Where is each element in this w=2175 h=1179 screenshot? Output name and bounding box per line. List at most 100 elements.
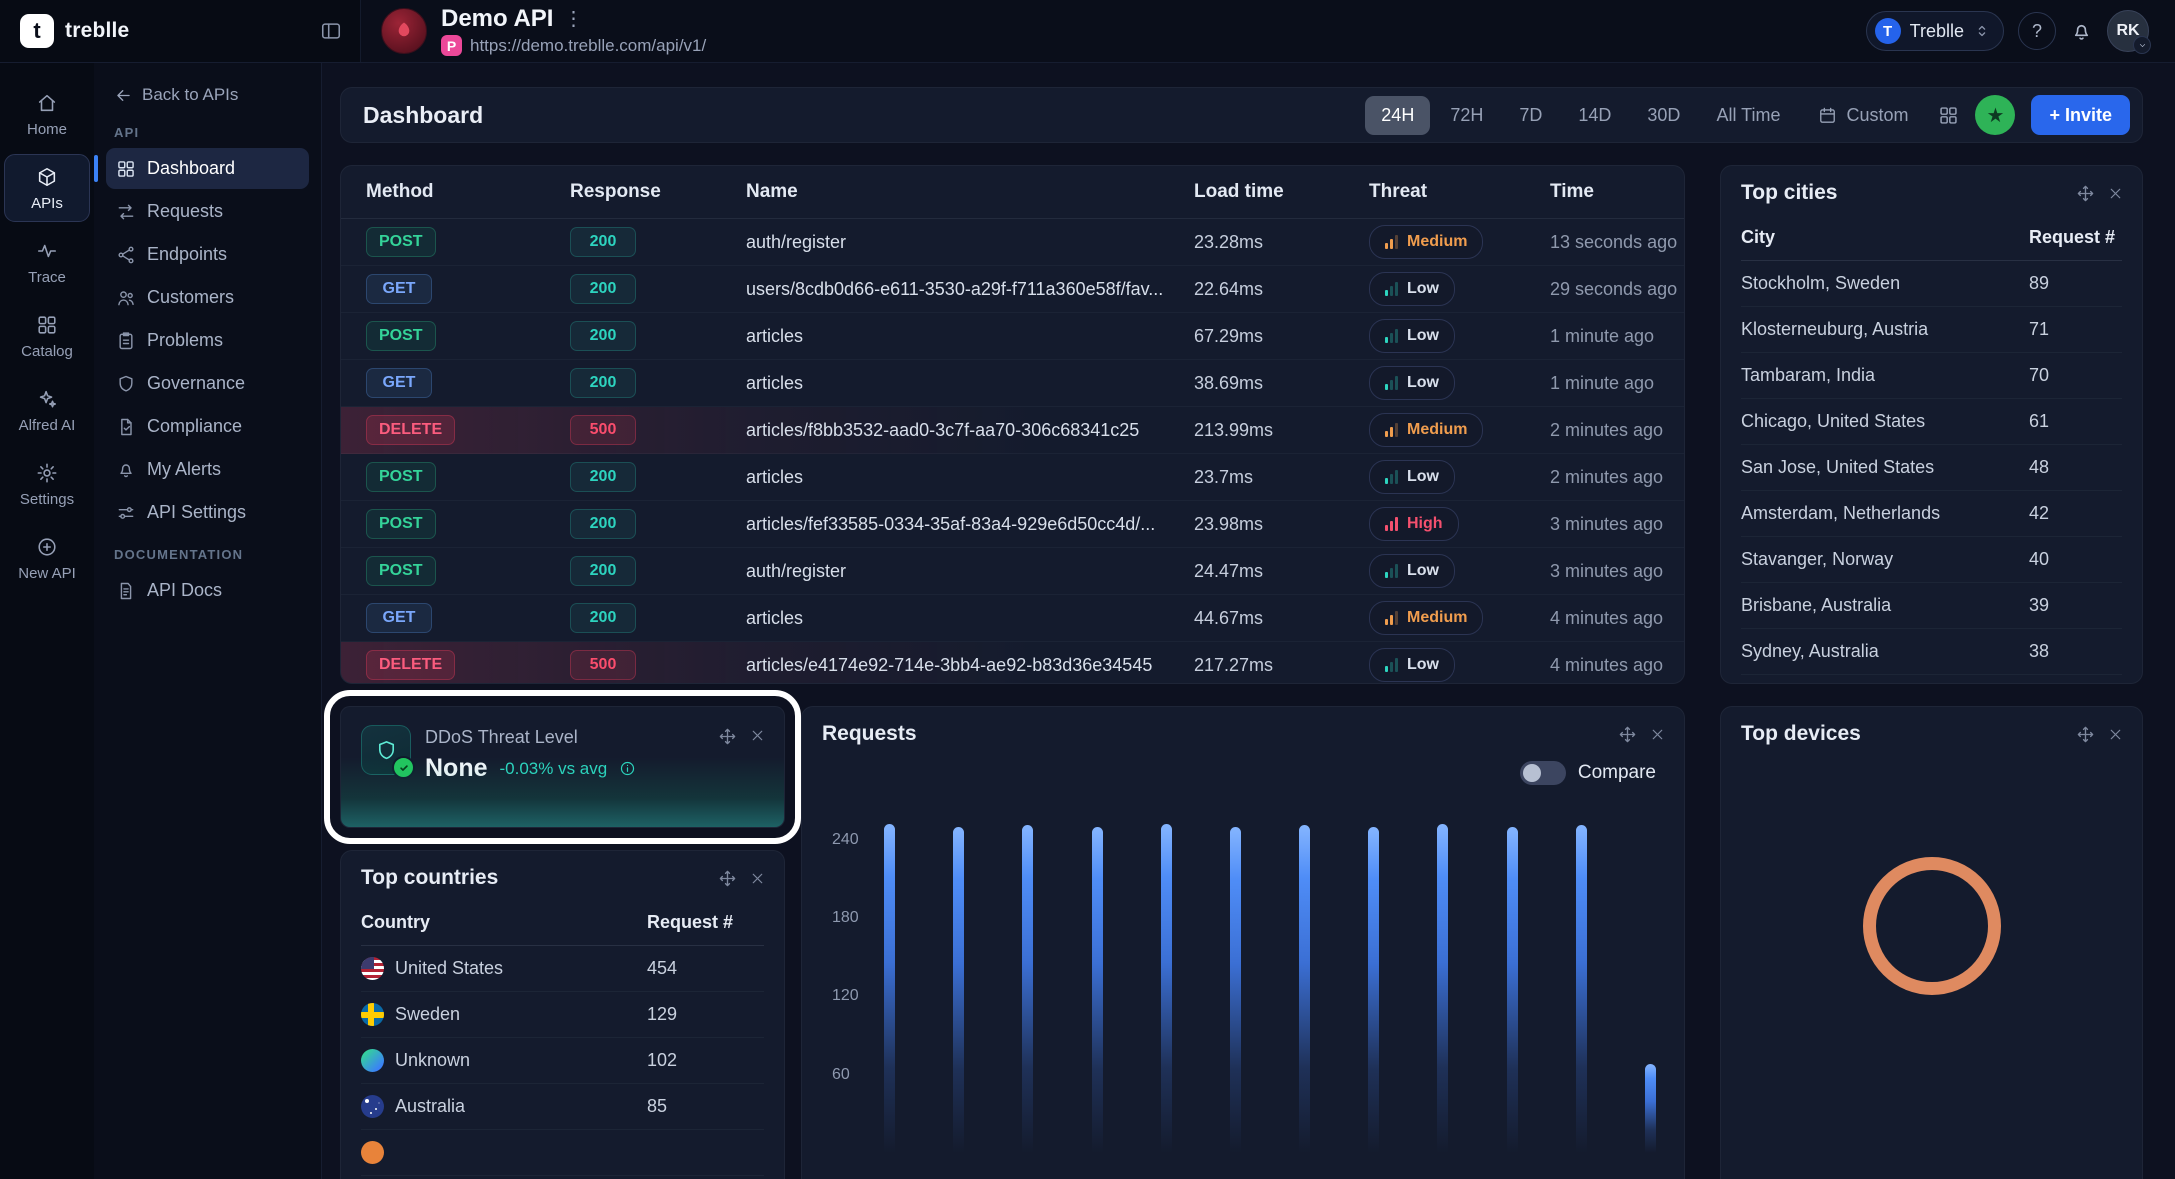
compare-row: Compare — [802, 757, 1684, 785]
response-badge: 200 — [570, 274, 636, 304]
custom-range-button[interactable]: Custom — [1804, 96, 1922, 135]
sidebar-collapse-button[interactable] — [320, 20, 342, 42]
sidebar-item-governance[interactable]: Governance — [106, 363, 309, 404]
countries-column-header: Country Request # — [361, 901, 764, 946]
brand-zone: t treblle — [0, 0, 361, 62]
sidebar-item-compliance[interactable]: Compliance — [106, 406, 309, 447]
back-to-apis-link[interactable]: Back to APIs — [106, 81, 309, 109]
apis-icon — [36, 166, 58, 188]
workspace-switcher[interactable]: T Treblle — [1866, 11, 2004, 51]
country-request-count: 102 — [647, 1050, 764, 1071]
load-time-cell: 24.47ms — [1194, 561, 1369, 582]
bell-icon — [2070, 20, 2093, 43]
api-menu-button[interactable]: ⋮ — [563, 9, 583, 29]
dashboard-grid-icon — [116, 159, 136, 179]
time-range-tab[interactable]: 7D — [1503, 96, 1558, 135]
widget-close-button[interactable] — [1649, 726, 1666, 743]
chart-bar — [1645, 1064, 1656, 1153]
workspace-logo-icon: T — [1875, 18, 1901, 44]
table-row[interactable]: GET 200 articles 44.67ms Medium — [341, 595, 1684, 642]
widget-move-button[interactable] — [2076, 184, 2095, 203]
rail-item-trace[interactable]: Trace — [4, 228, 90, 296]
sidebar-item-api-docs[interactable]: API Docs — [106, 570, 309, 611]
move-icon — [718, 869, 737, 888]
table-row[interactable]: POST 200 auth/register 23.28ms Medium — [341, 219, 1684, 266]
sidebar-item-api-settings[interactable]: API Settings — [106, 492, 309, 533]
widget-move-button[interactable] — [1618, 725, 1637, 744]
invite-button[interactable]: + Invite — [2031, 95, 2130, 135]
time-cell: 4 minutes ago — [1550, 655, 1664, 676]
time-range-tabs: 24H 72H 7D 14D 30D All Time — [1365, 96, 1796, 135]
time-range-tab[interactable]: 30D — [1631, 96, 1696, 135]
rail-item-alfred-ai[interactable]: Alfred AI — [4, 376, 90, 444]
request-name-cell: articles/f8bb3532-aad0-3c7f-aa70-306c683… — [746, 420, 1194, 441]
cities-list: Stockholm, Sweden 89 Klosterneuburg, Aus… — [1741, 261, 2122, 675]
country-flag-icon — [361, 957, 384, 980]
help-button[interactable]: ? — [2018, 12, 2056, 50]
load-time-cell: 67.29ms — [1194, 326, 1369, 347]
widget-close-button[interactable] — [2107, 185, 2124, 202]
table-row[interactable]: DELETE 500 articles/e4174e92-714e-3bb4-a… — [341, 642, 1684, 684]
time-range-tab[interactable]: 14D — [1562, 96, 1627, 135]
sidebar-item-customers[interactable]: Customers — [106, 277, 309, 318]
widget-move-button[interactable] — [2076, 725, 2095, 744]
threat-bars-icon — [1385, 282, 1398, 296]
rail-item-home[interactable]: Home — [4, 80, 90, 148]
widget-move-button[interactable] — [718, 869, 737, 888]
sidebar-item-requests[interactable]: Requests — [106, 191, 309, 232]
table-row[interactable]: DELETE 500 articles/f8bb3532-aad0-3c7f-a… — [341, 407, 1684, 454]
method-cell: GET — [366, 368, 570, 398]
sidebar-item-endpoints[interactable]: Endpoints — [106, 234, 309, 275]
chart-bar — [1299, 825, 1310, 1153]
table-row[interactable]: POST 200 articles 23.7ms Low — [341, 454, 1684, 501]
sidebar-item-dashboard[interactable]: Dashboard — [106, 148, 309, 189]
catalog-icon — [36, 314, 58, 336]
threat-cell: Low — [1369, 319, 1550, 353]
widget-close-button[interactable] — [749, 727, 766, 746]
favorite-button[interactable]: ★ — [1975, 95, 2015, 135]
table-row[interactable]: GET 200 articles 38.69ms Low — [341, 360, 1684, 407]
info-icon[interactable] — [619, 760, 636, 777]
widget-close-button[interactable] — [749, 870, 766, 887]
user-avatar[interactable]: RK — [2107, 10, 2149, 52]
method-badge: POST — [366, 509, 436, 539]
rail-item-apis[interactable]: APIs — [4, 154, 90, 222]
widget-layout-button[interactable] — [1938, 105, 1959, 126]
widget-close-button[interactable] — [2107, 726, 2124, 743]
list-item: United States 454 — [361, 946, 764, 992]
table-row[interactable]: POST 200 articles/fef33585-0334-35af-83a… — [341, 501, 1684, 548]
threat-badge: Low — [1369, 319, 1455, 353]
city-name: Stockholm, Sweden — [1741, 273, 2029, 294]
chart-bar — [1576, 825, 1587, 1153]
close-icon — [1649, 726, 1666, 743]
header-controls: 24H 72H 7D 14D 30D All Time Custom — [1365, 95, 2130, 135]
compare-toggle[interactable] — [1520, 761, 1566, 785]
table-row[interactable]: POST 200 auth/register 24.47ms Low — [341, 548, 1684, 595]
table-row[interactable]: POST 200 articles 67.29ms Low — [341, 313, 1684, 360]
rail-item-catalog[interactable]: Catalog — [4, 302, 90, 370]
time-range-tab[interactable]: All Time — [1700, 96, 1796, 135]
widget-move-button[interactable] — [718, 727, 737, 746]
sidebar-item-my-alerts[interactable]: My Alerts — [106, 449, 309, 490]
city-name: Sydney, Australia — [1741, 641, 2029, 662]
response-cell: 200 — [570, 462, 746, 492]
request-name-cell: auth/register — [746, 232, 1194, 253]
city-request-count: 71 — [2029, 319, 2122, 340]
list-item: Stockholm, Sweden 89 — [1741, 261, 2122, 307]
shield-icon — [116, 374, 136, 394]
time-range-tab[interactable]: 24H — [1365, 96, 1430, 135]
rail-item-settings[interactable]: Settings — [4, 450, 90, 518]
time-range-tab[interactable]: 72H — [1434, 96, 1499, 135]
table-column-header: Method — [366, 181, 570, 203]
city-request-count: 38 — [2029, 641, 2122, 662]
sidebar-item-problems[interactable]: Problems — [106, 320, 309, 361]
app-logo[interactable]: t treblle — [20, 14, 129, 48]
table-row[interactable]: GET 200 users/8cdb0d66-e611-3530-a29f-f7… — [341, 266, 1684, 313]
rail-item-new-api[interactable]: New API — [4, 524, 90, 592]
threat-bars-icon — [1385, 423, 1398, 437]
y-axis-tick: 240 — [832, 831, 859, 849]
response-cell: 200 — [570, 603, 746, 633]
api-avatar — [381, 8, 427, 54]
top-bar: t treblle Demo API ⋮ P https://demo.treb… — [0, 0, 2175, 63]
notifications-button[interactable] — [2070, 20, 2093, 43]
